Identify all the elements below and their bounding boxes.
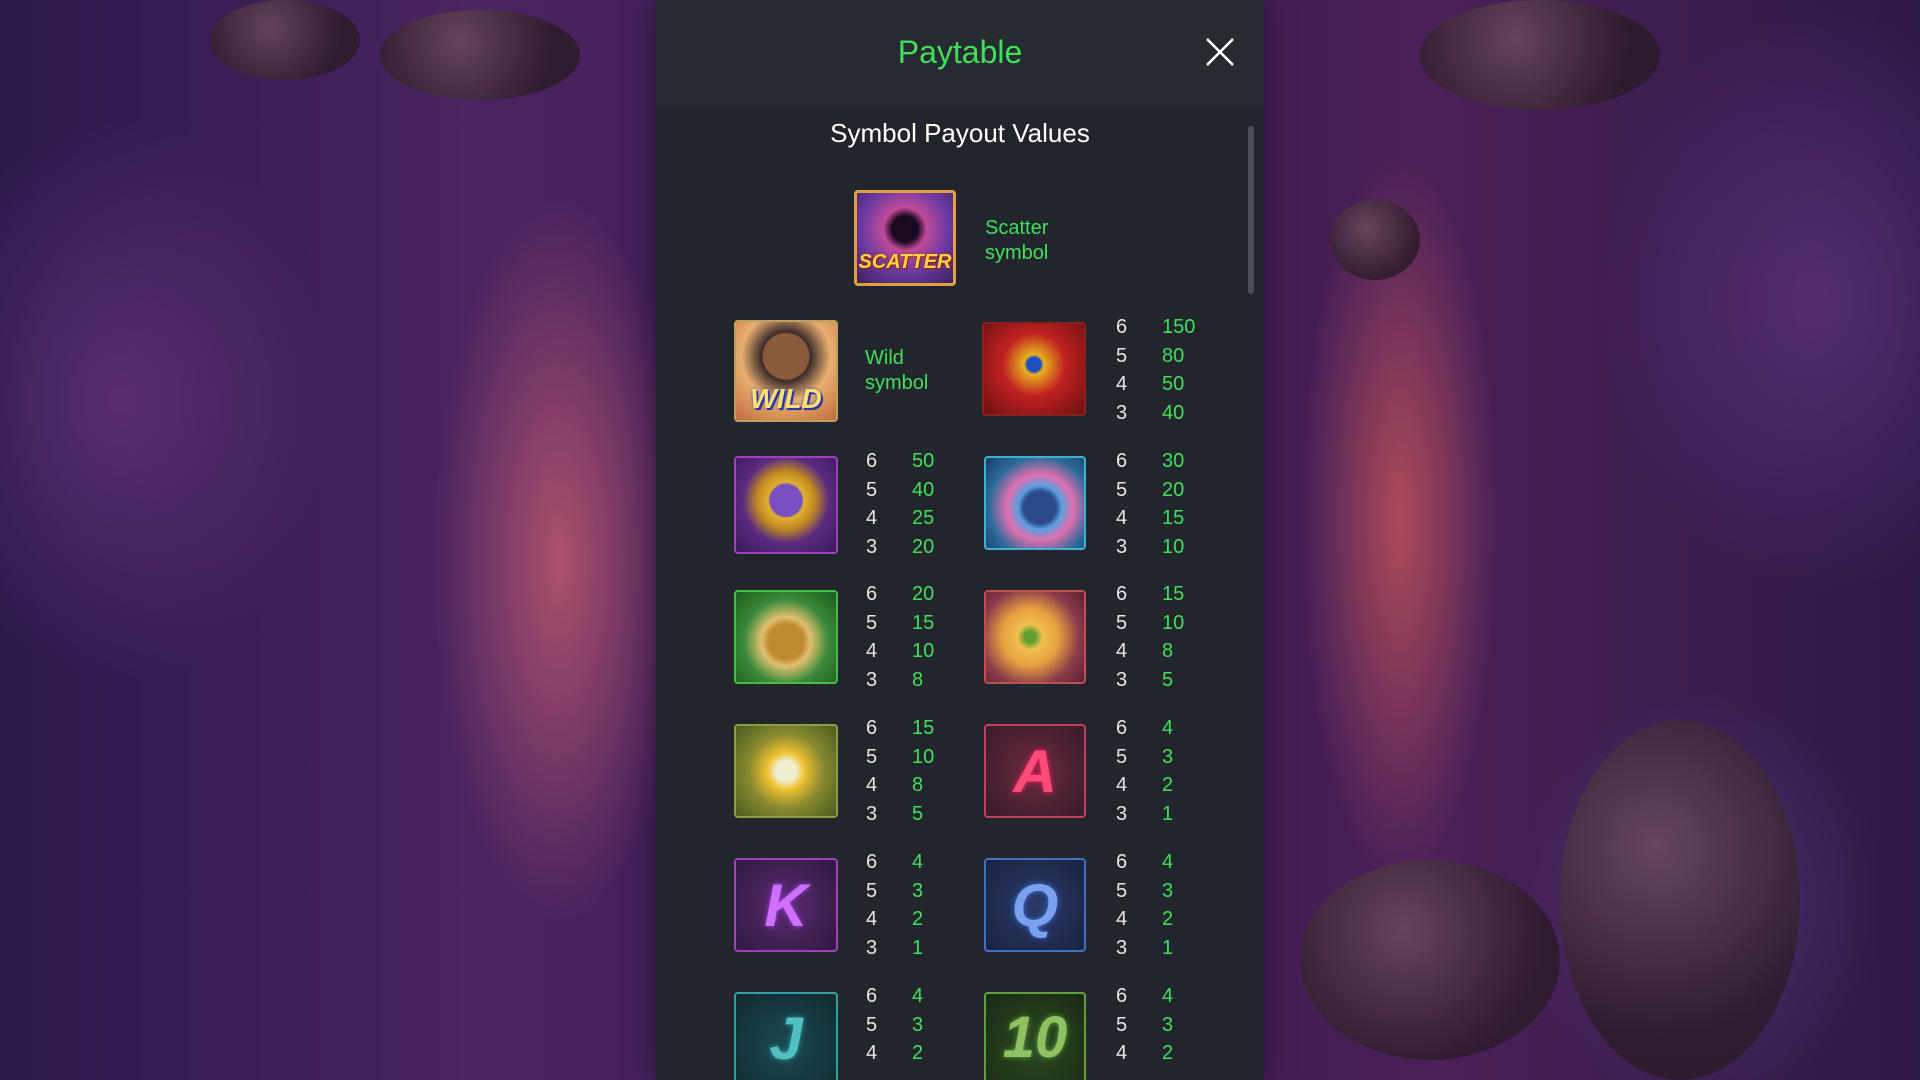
payout-row: 42 — [866, 908, 924, 931]
payout-row: 64 — [1116, 985, 1174, 1007]
payout-row: 64 — [866, 851, 924, 873]
background-asteroid — [1420, 0, 1660, 110]
payout-row: 42 — [1116, 1042, 1174, 1065]
banana-icon — [734, 724, 838, 818]
payout-list-banana: 6 15 5 10 48 35 — [866, 714, 934, 829]
payout-row: 3 20 — [866, 536, 935, 559]
payout-row: 35 — [866, 803, 924, 826]
payout-list-gold-watch: 6 50 5 40 4 25 3 20 — [866, 447, 934, 562]
payout-row: 6 15 — [1116, 583, 1185, 605]
payout-list-letter-k: 64 53 42 31 — [866, 848, 923, 963]
letter-j-icon: J — [734, 992, 838, 1080]
pizza-slice-icon — [984, 590, 1086, 684]
scatter-icon-text: SCATTER — [858, 250, 952, 273]
background-asteroid — [1300, 860, 1560, 1060]
payout-row: 31 — [866, 937, 924, 960]
wild-label: Wild symbol — [865, 347, 929, 394]
scatter-icon: SCATTER — [854, 190, 956, 286]
close-icon — [1206, 38, 1234, 66]
payout-list-pizza-slice: 6 15 5 10 48 35 — [1116, 580, 1184, 695]
number-10-icon: 10 — [984, 992, 1086, 1080]
payout-row: 53 — [866, 879, 924, 902]
background-asteroid — [1330, 200, 1420, 280]
number-10-glyph: 10 — [1002, 1005, 1068, 1070]
section-title: Symbol Payout Values — [830, 118, 1090, 148]
paytable-panel: Paytable Symbol Payout Values SCATTER Sc… — [656, 0, 1264, 1080]
payout-row: 5 80 — [1116, 344, 1185, 367]
background-asteroid — [380, 10, 580, 100]
payout-row: 64 — [1116, 717, 1174, 739]
payout-list-letter-q: 64 53 42 31 — [1116, 848, 1173, 963]
payout-row: 5 10 — [1116, 611, 1185, 634]
payout-row: 42 — [1116, 774, 1174, 797]
payout-row: 3 10 — [1116, 536, 1185, 559]
payout-row: 6 15 — [866, 717, 935, 739]
payout-row: 4 15 — [1116, 507, 1185, 530]
payout-row: 42 — [1116, 908, 1174, 931]
payout-list-number-10: 64 53 42 — [1116, 982, 1173, 1068]
letter-j-glyph: J — [769, 1005, 803, 1072]
payout-row: 53 — [1116, 1013, 1174, 1036]
payout-row: 64 — [866, 985, 924, 1007]
payout-row: 4 50 — [1116, 373, 1185, 396]
payout-row: 31 — [1116, 937, 1174, 960]
background-asteroid — [1560, 720, 1800, 1080]
close-button[interactable] — [1204, 36, 1236, 68]
payout-row: 3 40 — [1116, 402, 1185, 425]
payout-row: 6 50 — [866, 450, 935, 472]
payout-row: 38 — [866, 669, 924, 692]
letter-a-glyph: A — [1013, 737, 1057, 805]
crown-icon — [982, 322, 1086, 416]
payout-list-letter-a: 64 53 42 31 — [1116, 714, 1173, 829]
payout-row: 5 20 — [1116, 478, 1185, 501]
payout-list-whiskey-glass: 6 20 5 15 4 10 38 — [866, 580, 934, 695]
payout-row: 35 — [1116, 669, 1174, 692]
payout-row: 6 30 — [1116, 450, 1185, 472]
letter-q-glyph: Q — [1011, 871, 1059, 939]
payout-list-perfume-bottle: 6 30 5 20 4 15 3 10 — [1116, 447, 1184, 562]
payout-row: 53 — [1116, 745, 1174, 768]
whiskey-glass-icon — [734, 590, 838, 684]
payout-row: 6 20 — [866, 583, 935, 605]
payout-row: 6 150 — [1116, 316, 1196, 338]
payout-row: 53 — [866, 1013, 924, 1036]
scrollbar-thumb[interactable] — [1248, 126, 1254, 294]
payout-row: 48 — [1116, 640, 1174, 663]
payout-row: 4 10 — [866, 640, 935, 663]
paytable-title: Paytable — [897, 34, 1023, 70]
gold-watch-icon — [734, 456, 838, 554]
payout-row: 53 — [1116, 879, 1174, 902]
payout-list-crown: 6 150 5 80 4 50 3 40 — [1116, 313, 1195, 428]
payout-row: 42 — [866, 1042, 924, 1065]
payout-row: 31 — [1116, 803, 1174, 826]
payout-row: 5 15 — [866, 611, 935, 634]
letter-a-icon: A — [984, 724, 1086, 818]
letter-k-glyph: K — [764, 871, 808, 939]
payout-row: 5 10 — [866, 745, 935, 768]
wild-monkey-icon: WILD — [734, 320, 838, 422]
wild-icon-text: WILD — [750, 383, 822, 414]
letter-q-icon: Q — [984, 858, 1086, 952]
payout-row: 5 40 — [866, 478, 935, 501]
payout-list-letter-j: 64 53 42 — [866, 982, 923, 1068]
paytable-header: Paytable — [656, 0, 1264, 108]
perfume-bottle-icon — [984, 456, 1086, 550]
background-asteroid — [210, 0, 360, 80]
payout-row: 48 — [866, 774, 924, 797]
payout-row: 64 — [1116, 851, 1174, 873]
payout-row: 4 25 — [866, 507, 935, 530]
letter-k-icon: K — [734, 858, 838, 952]
scatter-label: Scatter symbol — [985, 217, 1049, 264]
